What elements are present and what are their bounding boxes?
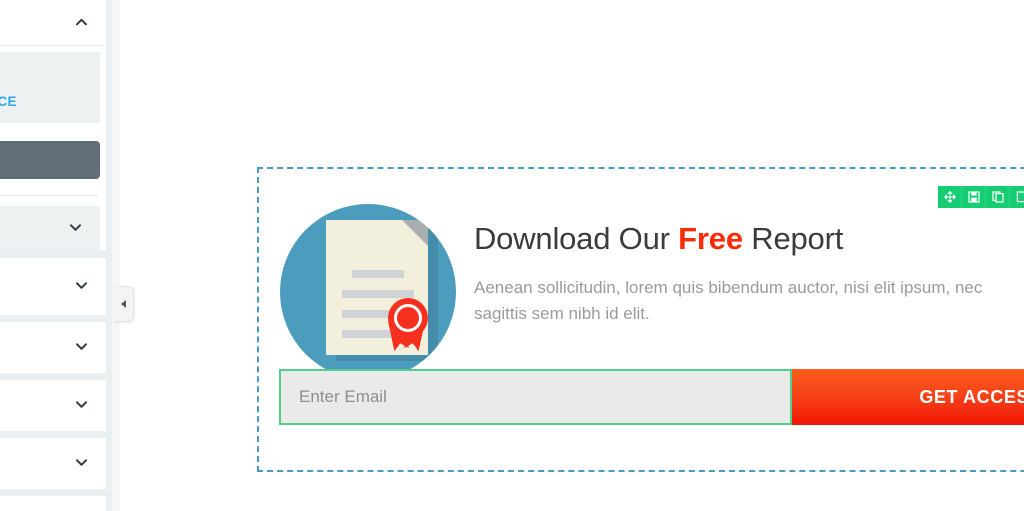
optin-form: Enter Email GET ACCESS — [279, 369, 1024, 425]
sidebar-scroll-area[interactable]: connections. M TO SERVICE EMENTS — [0, 0, 106, 511]
sidebar-inner-collapsible-row[interactable] — [0, 205, 100, 250]
email-field-placeholder: Enter Email — [299, 387, 387, 406]
left-sidebar: connections. M TO SERVICE EMENTS — [0, 0, 112, 511]
sidebar-divider — [0, 194, 98, 196]
chevron-down-icon[interactable] — [75, 340, 88, 353]
sidebar-info-link[interactable]: M TO SERVICE — [0, 94, 88, 109]
sidebar-panel-header-3[interactable] — [0, 322, 106, 373]
sidebar-panel-4[interactable] — [0, 379, 106, 431]
sidebar-panel-header-2[interactable] — [0, 258, 106, 315]
sidebar-panel-6[interactable] — [0, 495, 106, 511]
sidebar-panel-expanded: connections. M TO SERVICE EMENTS — [0, 0, 106, 250]
chevron-down-icon[interactable] — [75, 279, 88, 292]
chevron-down-icon[interactable] — [75, 456, 88, 469]
email-field[interactable]: Enter Email — [279, 369, 792, 425]
report-document-certificate-icon — [280, 204, 456, 380]
editor-canvas: Download Our Free Report Aenean sollicit… — [120, 0, 1024, 511]
duplicate-icon[interactable] — [986, 186, 1010, 208]
certificate-seal-icon — [380, 298, 436, 360]
headline-highlight: Free — [678, 221, 743, 256]
sidebar-panel-header-5[interactable] — [0, 438, 106, 489]
chevron-down-icon[interactable] — [69, 220, 82, 233]
screen-root: connections. M TO SERVICE EMENTS — [0, 0, 1024, 511]
sidebar-info-text: connections. — [0, 64, 88, 84]
move-icon[interactable] — [938, 186, 962, 208]
save-icon[interactable] — [962, 186, 986, 208]
sidebar-panel-header-6[interactable] — [0, 496, 106, 511]
page-title: Download Our Free Report — [474, 221, 1024, 257]
headline-prefix: Download Our — [474, 221, 679, 256]
chevron-up-icon[interactable] — [75, 15, 88, 28]
sidebar-gutter — [112, 0, 120, 511]
sidebar-action-button[interactable]: EMENTS — [0, 140, 100, 179]
sidebar-panel-header-1[interactable] — [0, 0, 106, 46]
chevron-down-icon[interactable] — [75, 398, 88, 411]
page-fold-icon — [402, 220, 428, 246]
optin-subcopy: Aenean sollicitudin, lorem quis bibendum… — [474, 278, 983, 324]
headline-suffix: Report — [742, 221, 844, 256]
copy-icon[interactable] — [1010, 186, 1024, 208]
optin-text-column: Download Our Free Report Aenean sollicit… — [474, 221, 1024, 328]
sidebar-panel-2[interactable] — [0, 257, 106, 315]
sidebar-info-block: connections. M TO SERVICE — [0, 52, 100, 123]
sidebar-panel-header-4[interactable] — [0, 380, 106, 431]
triangle-left-icon — [121, 300, 126, 308]
sidebar-panel-3[interactable] — [0, 321, 106, 373]
sidebar-panel-5[interactable] — [0, 437, 106, 489]
module-edit-toolbar — [938, 186, 1024, 208]
sidebar-collapse-handle[interactable] — [114, 286, 134, 322]
get-access-button-label: GET ACCESS — [919, 386, 1024, 407]
optin-module[interactable]: Download Our Free Report Aenean sollicit… — [257, 167, 1024, 472]
get-access-button[interactable]: GET ACCESS — [792, 369, 1024, 425]
